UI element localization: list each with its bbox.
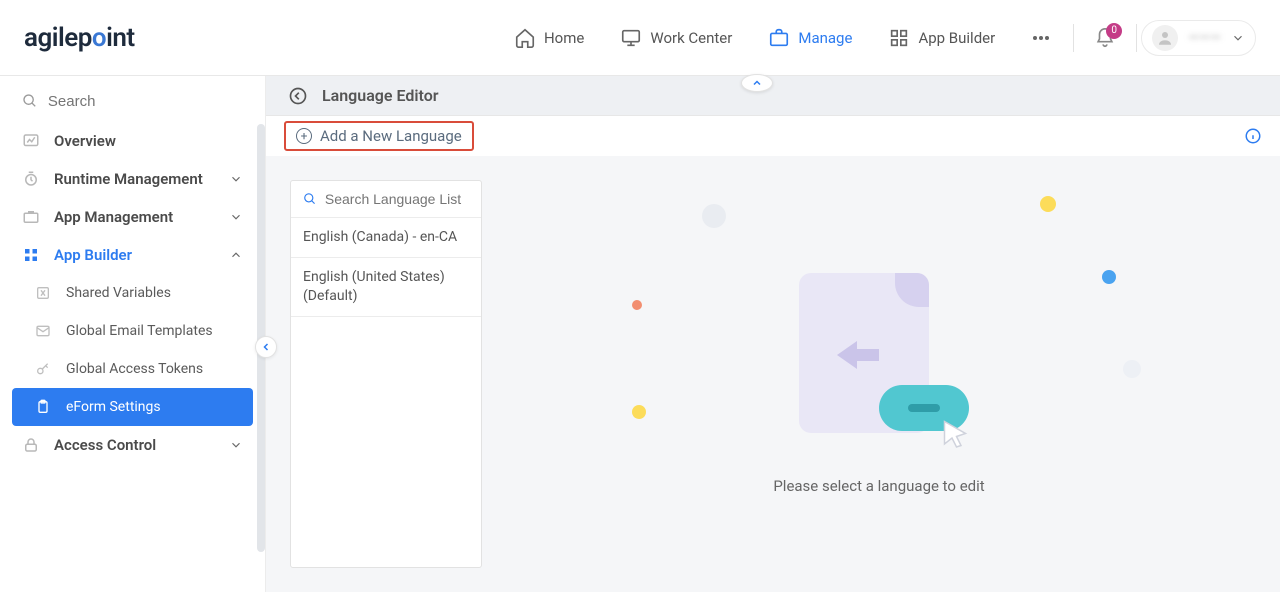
language-search[interactable] (291, 181, 481, 218)
grid-icon (22, 246, 40, 264)
chevron-down-icon (229, 210, 243, 224)
sidebar-item-access[interactable]: Access Control (0, 426, 265, 464)
sidebar-item-overview[interactable]: Overview (0, 122, 265, 160)
nav-workcenter-label: Work Center (650, 29, 732, 47)
chart-icon (22, 132, 40, 150)
language-item[interactable]: English (Canada) - en-CA (291, 218, 481, 258)
sidebar-item-label: Overview (54, 132, 116, 150)
sidebar-sub-tokens[interactable]: Global Access Tokens (12, 350, 253, 388)
sidebar-sub-label: Global Email Templates (66, 323, 213, 339)
briefcase-icon (22, 208, 40, 226)
sidebar-sub-sharedvars[interactable]: Shared Variables (12, 274, 253, 312)
empty-illustration (789, 253, 969, 453)
cursor-icon (937, 417, 973, 453)
chevron-left-icon (260, 341, 272, 353)
collapse-sidebar-handle[interactable] (255, 336, 277, 358)
nav-workcenter[interactable]: Work Center (602, 21, 750, 55)
search-icon (303, 191, 317, 207)
key-icon (34, 360, 52, 378)
collapse-top-handle[interactable] (741, 74, 773, 92)
back-button[interactable] (288, 86, 308, 106)
divider (1136, 24, 1137, 52)
chevron-down-icon (1231, 31, 1245, 45)
plus-icon: + (296, 128, 312, 144)
chevron-up-icon (229, 248, 243, 262)
info-button[interactable] (1244, 127, 1262, 145)
language-panel: English (Canada) - en-CA English (United… (290, 180, 482, 568)
sidebar-item-label: App Management (54, 208, 173, 226)
nav-home-label: Home (544, 29, 584, 47)
notif-badge: 0 (1106, 23, 1122, 39)
search-icon (22, 92, 38, 110)
monitor-icon (620, 27, 642, 49)
language-item[interactable]: English (United States) (Default) (291, 258, 481, 317)
nav-home[interactable]: Home (496, 21, 602, 55)
empty-state: Please select a language to edit (502, 180, 1256, 568)
user-menu[interactable]: ——— (1141, 20, 1256, 56)
sidebar-item-appmgmt[interactable]: App Management (0, 198, 265, 236)
breadcrumb: Language Editor (266, 76, 1280, 116)
sidebar-sub-label: eForm Settings (66, 399, 161, 415)
add-language-button[interactable]: + Add a New Language (284, 121, 474, 151)
variable-icon (34, 284, 52, 302)
sidebar: Overview Runtime Management App Manageme… (0, 76, 266, 592)
sidebar-item-runtime[interactable]: Runtime Management (0, 160, 265, 198)
notifications[interactable]: 0 (1078, 27, 1132, 49)
nav-appbuilder-label: App Builder (918, 29, 995, 47)
decor-bubble (632, 405, 646, 419)
avatar-icon (1152, 25, 1178, 51)
mail-icon (34, 322, 52, 340)
nav-manage-label: Manage (798, 29, 852, 47)
sidebar-item-appbuilder[interactable]: App Builder (0, 236, 265, 274)
sidebar-sub-label: Shared Variables (66, 285, 171, 301)
sidebar-sub-eform[interactable]: eForm Settings (12, 388, 253, 426)
decor-bubble (1123, 360, 1141, 378)
sidebar-search[interactable] (0, 76, 265, 122)
divider (1073, 24, 1074, 52)
chevron-down-icon (229, 438, 243, 452)
briefcase-icon (768, 27, 790, 49)
decor-bubble (632, 300, 642, 310)
home-icon (514, 27, 536, 49)
user-name: ——— (1188, 30, 1221, 46)
clock-icon (22, 170, 40, 188)
nav-manage[interactable]: Manage (750, 21, 870, 55)
decor-bubble (1102, 270, 1116, 284)
sidebar-item-label: Runtime Management (54, 170, 203, 188)
clipboard-icon (34, 398, 52, 416)
sidebar-sub-label: Global Access Tokens (66, 361, 203, 377)
info-icon (1244, 127, 1262, 145)
nav-more[interactable] (1013, 26, 1069, 50)
more-icon (1029, 26, 1053, 50)
add-language-label: Add a New Language (320, 127, 462, 145)
chevron-down-icon (229, 172, 243, 186)
sidebar-item-label: App Builder (54, 246, 132, 264)
arrow-left-icon (288, 86, 308, 106)
empty-state-text: Please select a language to edit (773, 477, 984, 495)
sidebar-sub-emailtpl[interactable]: Global Email Templates (12, 312, 253, 350)
grid-icon (888, 27, 910, 49)
decor-bubble (702, 204, 726, 228)
logo: agilepoint (24, 23, 135, 53)
sidebar-search-input[interactable] (48, 93, 243, 110)
sidebar-item-label: Access Control (54, 436, 156, 454)
page-title: Language Editor (322, 86, 439, 105)
decor-bubble (1040, 196, 1056, 212)
lock-icon (22, 436, 40, 454)
nav-appbuilder[interactable]: App Builder (870, 21, 1013, 55)
chevron-up-icon (751, 77, 763, 89)
language-search-input[interactable] (325, 191, 469, 207)
